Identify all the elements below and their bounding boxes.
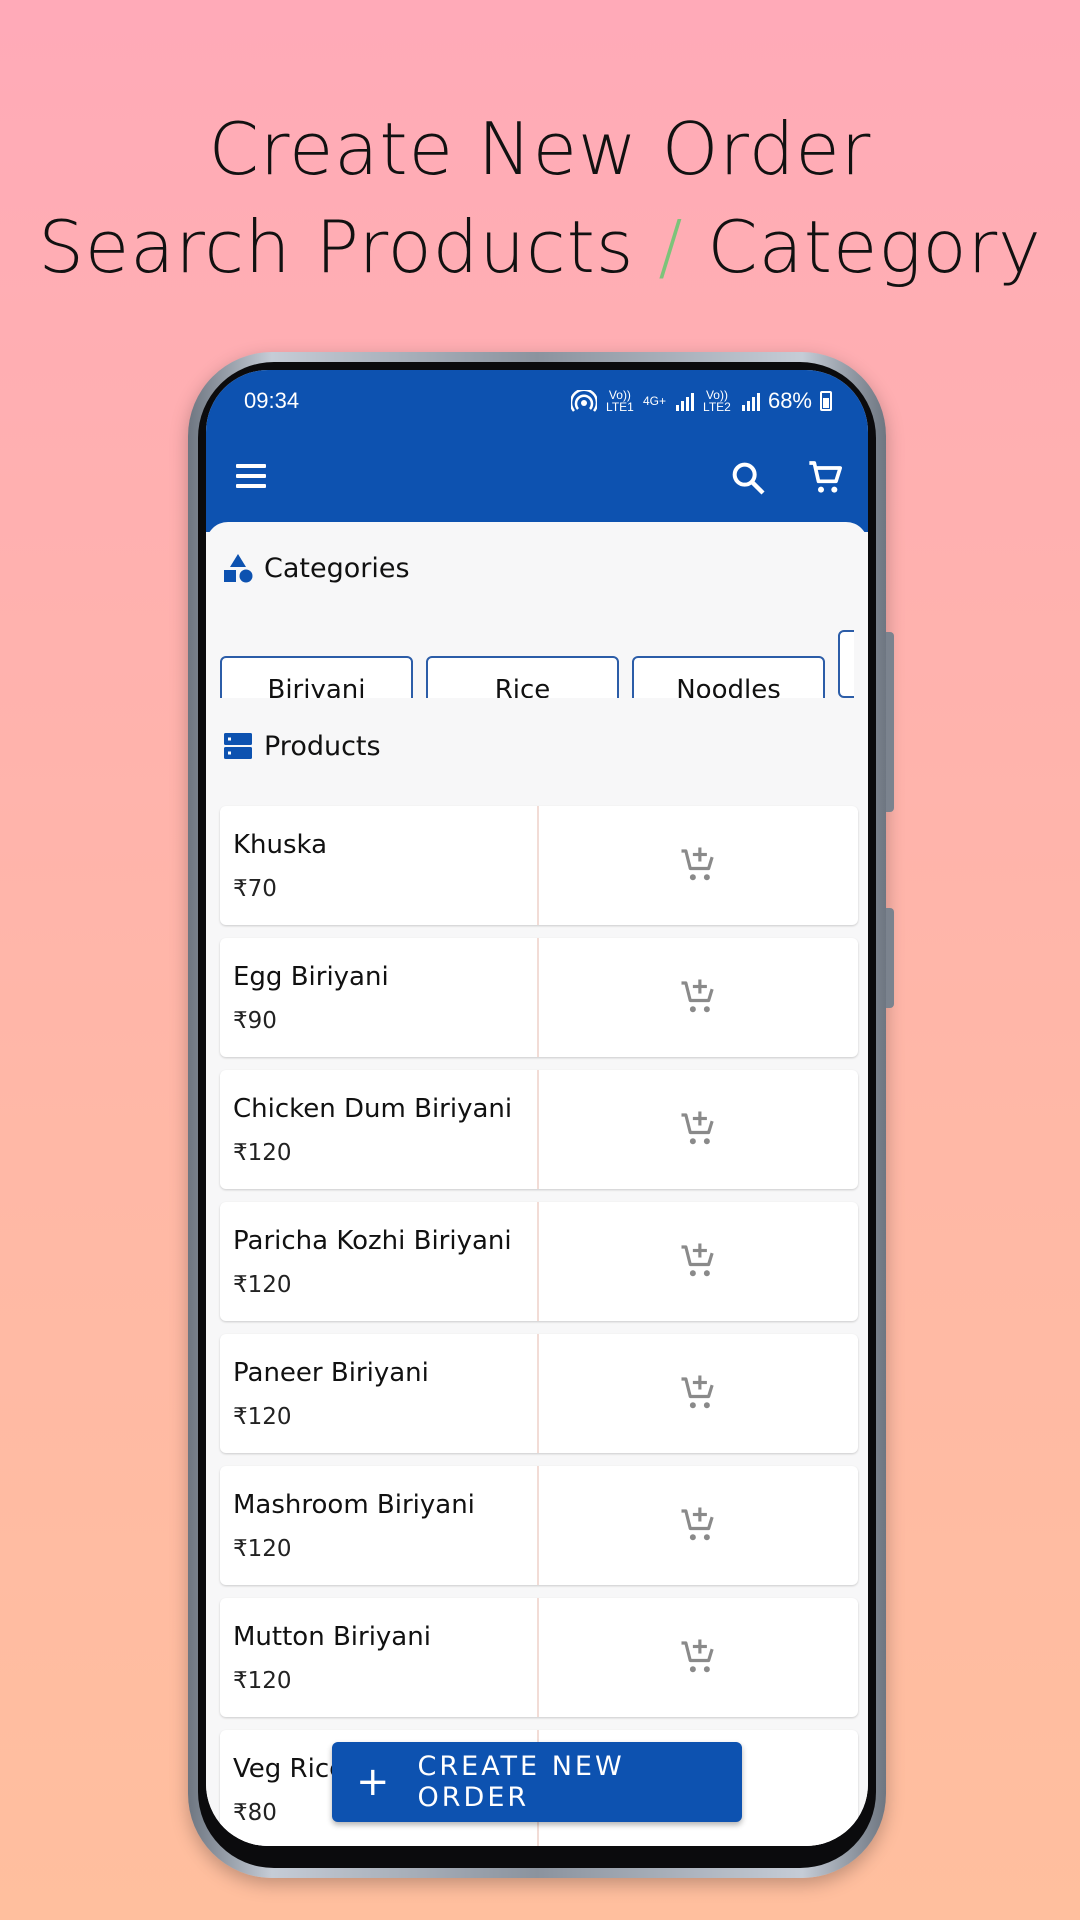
card-divider [537,1334,539,1453]
product-card[interactable]: Mutton Biriyani ₹120 [220,1598,858,1717]
headline-search-products: Search Products [38,205,635,289]
product-price: ₹90 [233,1008,277,1034]
main-content: Categories Biriyani Rice Noodles Products … [206,522,868,1846]
product-card[interactable]: Chicken Dum Biriyani ₹120 [220,1070,858,1189]
headline-category: Category [707,205,1042,289]
create-new-order-button[interactable]: + CREATE NEW ORDER [332,1742,742,1822]
product-name: Paneer Biriyani [233,1358,429,1388]
plus-icon: + [356,1759,390,1805]
search-icon[interactable] [728,458,768,498]
headline-line-2: Search Products / Category [0,198,1080,296]
app-screen: 09:34 Vo)) LTE1 4G+ Vo)) LTE2 68% Catego… [206,370,868,1846]
add-to-cart-icon[interactable] [678,844,720,886]
product-card[interactable]: Paricha Kozhi Biriyani ₹120 [220,1202,858,1321]
volume-button [886,632,894,812]
products-title: Products [264,730,381,762]
product-card[interactable]: Khuska ₹70 [220,806,858,925]
product-card[interactable]: Mashroom Biriyani ₹120 [220,1466,858,1585]
card-divider [537,1070,539,1189]
headline-slash: / [658,205,684,289]
create-new-order-label: CREATE NEW ORDER [417,1751,625,1813]
category-chip-biriyani[interactable]: Biriyani [220,656,413,698]
add-to-cart-icon[interactable] [678,1240,720,1282]
sim2-label: Vo)) LTE2 [703,388,731,414]
add-to-cart-icon[interactable] [678,1636,720,1678]
product-price: ₹80 [233,1800,277,1826]
category-chip-noodles[interactable]: Noodles [632,656,825,698]
add-to-cart-icon[interactable] [678,976,720,1018]
product-name: Mutton Biriyani [233,1622,431,1652]
add-to-cart-icon[interactable] [678,1504,720,1546]
battery-percent: 68% [767,388,812,413]
network-type: 4G+ [642,394,666,408]
product-list: Khuska ₹70 Egg Biriyani ₹90 Chicken Dum Biri… [220,806,858,1846]
product-price: ₹120 [233,1668,292,1694]
card-divider [537,806,539,925]
status-time: 09:34 [244,388,300,413]
card-divider [537,1466,539,1585]
category-chip-more[interactable] [838,630,854,698]
product-name: Khuska [233,830,328,860]
products-header: Products [222,730,381,762]
product-name: Egg Biriyani [233,962,389,992]
card-divider [537,938,539,1057]
hotspot-icon [570,390,597,412]
shapes-icon [224,554,253,583]
product-price: ₹120 [233,1140,292,1166]
categories-header: Categories [222,552,410,584]
product-name: Chicken Dum Biriyani [233,1094,513,1124]
product-card[interactable]: Egg Biriyani ₹90 [220,938,858,1057]
cart-icon[interactable] [806,458,846,498]
product-price: ₹70 [233,876,277,902]
product-name: Paricha Kozhi Biriyani [233,1226,512,1256]
product-name: Mashroom Biriyani [233,1490,475,1520]
list-icon [224,733,252,759]
app-top-bar: 09:34 Vo)) LTE1 4G+ Vo)) LTE2 68% [206,370,868,532]
categories-title: Categories [264,552,410,584]
add-to-cart-icon[interactable] [678,1108,720,1150]
product-price: ₹120 [233,1272,292,1298]
category-chip-rice[interactable]: Rice [426,656,619,698]
power-button [886,908,894,1008]
add-to-cart-icon[interactable] [678,1372,720,1414]
sim1-label: Vo)) LTE1 [606,388,634,414]
card-divider [537,1598,539,1717]
signal-icon [675,393,694,411]
category-chips[interactable]: Biriyani Rice Noodles [220,630,854,698]
card-divider [537,1202,539,1321]
status-icons: Vo)) LTE1 4G+ Vo)) LTE2 68% [570,388,832,414]
promo-headline: Create New Order Search Products / Categ… [0,100,1080,296]
product-price: ₹120 [233,1536,292,1562]
menu-icon[interactable] [236,458,276,498]
signal-icon [741,393,760,411]
product-price: ₹120 [233,1404,292,1430]
product-card[interactable]: Paneer Biriyani ₹120 [220,1334,858,1453]
battery-icon [820,391,832,411]
status-bar: 09:34 Vo)) LTE1 4G+ Vo)) LTE2 68% [206,386,868,422]
product-name: Veg Rice [233,1754,346,1784]
headline-line-1: Create New Order [208,107,872,191]
